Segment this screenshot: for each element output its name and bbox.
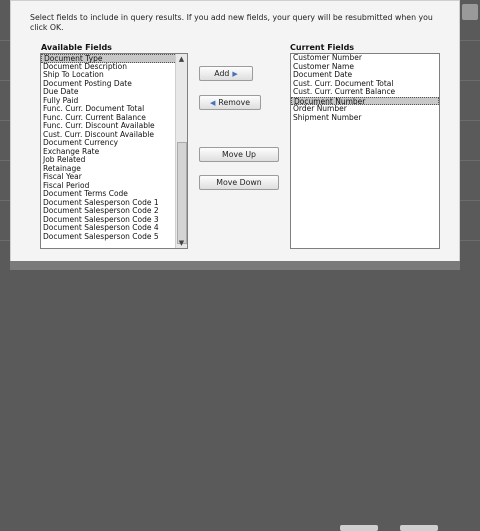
available-scrollbar[interactable]: ▲ ▼ xyxy=(175,54,187,248)
scroll-up-icon[interactable]: ▲ xyxy=(176,54,187,64)
instructions-text: Select fields to include in query result… xyxy=(30,13,433,32)
scroll-down-icon[interactable]: ▼ xyxy=(176,238,187,248)
scroll-thumb[interactable] xyxy=(177,142,187,244)
available-field-item[interactable]: Document Salesperson Code 5 xyxy=(41,232,187,242)
dialog-footer xyxy=(10,261,460,531)
move-up-button-label: Move Up xyxy=(221,150,257,159)
available-fields-label: Available Fields xyxy=(41,43,112,52)
ok-button[interactable] xyxy=(340,525,378,531)
remove-button[interactable]: ◀ Remove xyxy=(199,95,261,110)
current-field-item[interactable]: Cust. Curr. Current Balance xyxy=(291,87,439,97)
move-down-button[interactable]: Move Down xyxy=(199,175,279,190)
current-field-item[interactable]: Shipment Number xyxy=(291,113,439,123)
current-fields-list[interactable]: Customer Number Customer Name Document Dat… xyxy=(290,53,440,249)
move-up-button[interactable]: Move Up xyxy=(199,147,279,162)
available-fields-list[interactable]: Document Type Document Description Ship To… xyxy=(40,53,188,249)
background-window-button xyxy=(462,4,478,20)
current-fields-label: Current Fields xyxy=(290,43,355,52)
cancel-button[interactable] xyxy=(400,525,438,531)
arrow-right-icon: ▶ xyxy=(232,69,238,78)
remove-button-label: Remove xyxy=(218,98,251,107)
add-button-label: Add xyxy=(214,69,230,78)
add-button[interactable]: Add ▶ xyxy=(199,66,253,81)
move-down-button-label: Move Down xyxy=(216,178,262,187)
arrow-left-icon: ◀ xyxy=(209,98,216,107)
